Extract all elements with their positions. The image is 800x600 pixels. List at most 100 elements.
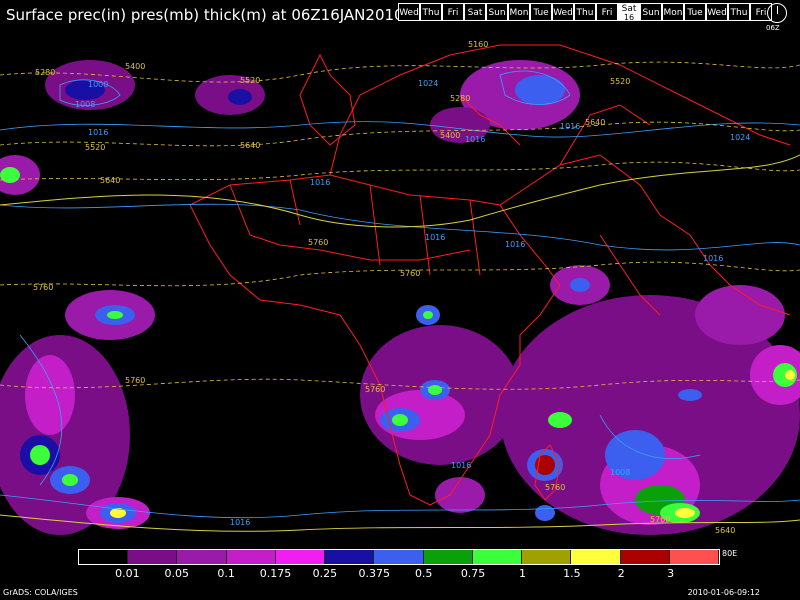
pressure-label: 1016 [465, 135, 485, 144]
thickness-label: 5760 [400, 269, 420, 278]
pressure-label: 1016 [310, 178, 330, 187]
legend-tick-label: 0.25 [312, 567, 338, 580]
legend-swatch [472, 550, 523, 564]
legend-swatch [325, 550, 375, 564]
pressure-label: 1000 [88, 80, 108, 89]
precip-legend-bar [78, 549, 720, 565]
day-tab[interactable]: Sat 16 [618, 3, 640, 22]
day-tab[interactable]: Thu [420, 3, 442, 21]
day-tab[interactable]: Wed [706, 3, 728, 21]
day-tab[interactable]: Tue [530, 3, 552, 21]
weather-map: 1000 1008 1016 1024 1016 1016 1016 1016 … [0, 40, 800, 535]
legend-swatch [128, 550, 178, 564]
thickness-label: 5640 [240, 141, 260, 150]
thickness-label: 5520 [240, 76, 260, 85]
clock-time: 06Z [766, 24, 780, 32]
legend-swatch [275, 550, 326, 564]
legend-tick-label: 0.75 [460, 567, 486, 580]
thickness-label: 5760 [545, 483, 565, 492]
legend-swatch [423, 550, 473, 564]
day-tab[interactable]: Wed [398, 3, 420, 21]
thickness-label: 5400 [440, 131, 460, 140]
day-tab[interactable]: Fri [596, 3, 618, 21]
pressure-label: 1016 [451, 461, 471, 470]
day-tab[interactable]: Sun [486, 3, 508, 21]
day-tab-label: Fri [447, 8, 459, 18]
day-tab[interactable]: Mon [662, 3, 684, 21]
legend-tick-label: 0.175 [259, 567, 292, 580]
day-tab[interactable]: Mon [508, 3, 530, 21]
legend-swatch [226, 550, 276, 564]
legend-tick-label: 0.5 [414, 567, 433, 580]
legend-swatch [177, 550, 227, 564]
day-tab-label: Wed [553, 8, 573, 18]
thickness-label: 5520 [85, 143, 105, 152]
day-tab-label: Tue [687, 8, 703, 18]
day-tab[interactable]: Thu [728, 3, 750, 21]
thickness-label: 5760 [308, 238, 328, 247]
thickness-label: 5640 [585, 118, 605, 127]
day-tab-label: Thu [422, 8, 440, 18]
thickness-label: 5520 [610, 77, 630, 86]
thickness-label: 5640 [715, 526, 735, 535]
pressure-label: 1016 [505, 240, 525, 249]
day-tab-label: Sun [488, 8, 506, 18]
map-title: Surface prec(in) pres(mb) thick(m) at 06… [6, 6, 404, 24]
day-tab-label: Wed [707, 8, 727, 18]
legend-swatch [79, 550, 129, 564]
day-tab[interactable]: Tue [684, 3, 706, 21]
day-tab[interactable]: Fri [442, 3, 464, 21]
timestamp: 2010-01-06-09:12 [687, 588, 760, 597]
pressure-label: 1016 [425, 233, 445, 242]
thickness-label: 5160 [468, 40, 488, 49]
legend-swatch [620, 550, 670, 564]
pressure-label: 1016 [230, 518, 250, 527]
day-tab-label: Mon [663, 8, 683, 18]
legend-swatch [669, 550, 720, 564]
day-tab-label: Tue [533, 8, 549, 18]
thickness-label: 5640 [100, 176, 120, 185]
legend-swatch [374, 550, 424, 564]
day-tab[interactable]: Thu [574, 3, 596, 21]
day-tab-label: Thu [576, 8, 594, 18]
legend-edge-label: 80E [722, 549, 738, 558]
legend-tick-label: 0.375 [358, 567, 391, 580]
pressure-label: 1016 [703, 254, 723, 263]
day-tab-label: Sun [642, 8, 660, 18]
legend-tick-label: 2 [617, 567, 625, 580]
legend-tick-label: 0.05 [164, 567, 190, 580]
thickness-label: 5760 [33, 283, 53, 292]
pressure-label: 1016 [560, 122, 580, 131]
day-tab[interactable]: Sat [464, 3, 486, 21]
thickness-label: 5280 [450, 94, 470, 103]
clock-icon [767, 3, 787, 23]
day-tab-label: Thu [730, 8, 748, 18]
day-tab-label: Mon [509, 8, 529, 18]
legend-tick-label: 1 [518, 567, 526, 580]
thickness-label: 5400 [125, 62, 145, 71]
legend-swatch [522, 550, 572, 564]
pressure-label: 1008 [610, 468, 630, 477]
pressure-label: 1024 [730, 133, 750, 142]
day-tab-label: Fri [601, 8, 613, 18]
pressure-label: 1016 [88, 128, 108, 137]
day-tab-number: 16 [623, 13, 635, 22]
day-tab[interactable]: Sun [640, 3, 662, 21]
day-selector: Wed Thu Fri Sat Sun Mon Tue Wed Thu Fri Sat 16 Sun Mo… [398, 3, 772, 23]
pressure-label: 1024 [418, 79, 438, 88]
thickness-label: 5280 [35, 68, 55, 77]
day-tab-label: Sat [467, 8, 483, 18]
day-tab-label: Wed [399, 8, 419, 18]
day-tab[interactable]: Wed [552, 3, 574, 21]
day-tab-label: Fri [755, 8, 767, 18]
thickness-label: 5760 [650, 515, 670, 524]
thickness-label: 5760 [125, 376, 145, 385]
legend-tick-label: 1.5 [563, 567, 581, 580]
legend-swatch [571, 550, 621, 564]
credit-text: GrADS: COLA/IGES [3, 588, 78, 597]
pressure-label: 1008 [75, 100, 95, 109]
legend-tick-label: 0.1 [217, 567, 235, 580]
thickness-label: 5760 [365, 385, 385, 394]
legend-tick-label: 3 [667, 567, 675, 580]
legend-tick-label: 0.01 [115, 567, 140, 580]
